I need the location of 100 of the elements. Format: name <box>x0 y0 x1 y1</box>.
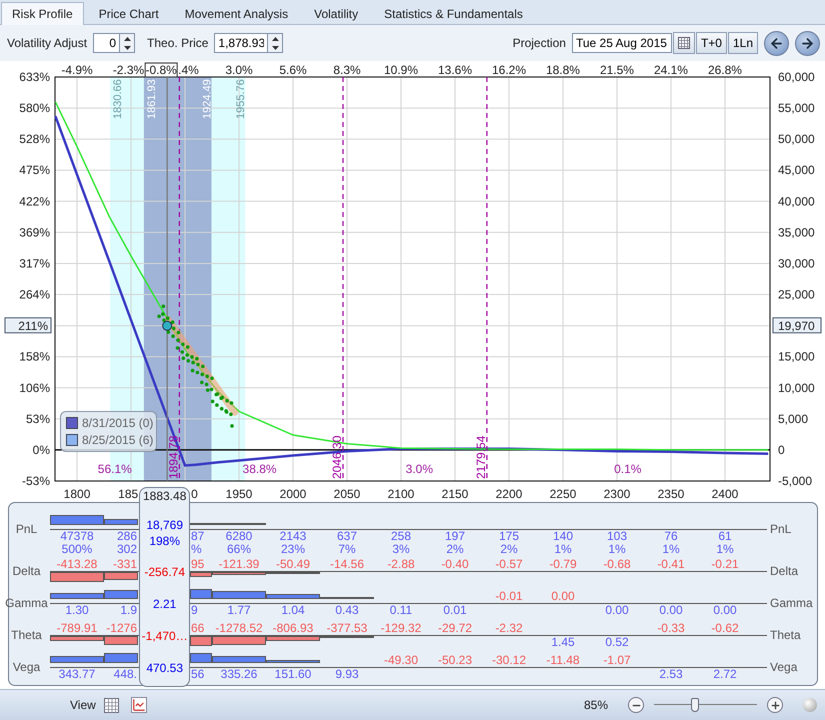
caret-down-icon <box>124 46 131 50</box>
cell-value: 258 <box>390 530 412 544</box>
cell-value: -121.39 <box>218 558 260 572</box>
axis-label: 13.6% <box>438 63 472 78</box>
zone-label: 0.1% <box>614 462 642 476</box>
axis-label: 16.2% <box>492 63 526 78</box>
cursor-value: 18,769 <box>146 519 184 532</box>
grid-view-button[interactable] <box>104 698 119 713</box>
cell-value: -30.12 <box>492 654 526 668</box>
tab[interactable]: Movement Analysis <box>174 2 300 24</box>
cell-value: 0.00 <box>605 604 629 618</box>
cell-value: 47378 <box>60 530 94 544</box>
axis-label: 10.9% <box>384 63 418 78</box>
axis-label: 580% <box>19 101 50 116</box>
cell-value: -14.56 <box>330 558 364 572</box>
cell-value: 175 <box>498 530 520 544</box>
forward-button[interactable] <box>795 30 820 56</box>
caret-down-icon <box>272 46 279 50</box>
chart-view-button[interactable] <box>130 697 147 714</box>
slider-thumb[interactable] <box>691 698 700 712</box>
tab[interactable]: Risk Profile <box>1 2 84 25</box>
axis-label: 185 <box>118 487 138 502</box>
back-button[interactable] <box>764 30 789 56</box>
row-label: Theta <box>11 628 42 642</box>
arrow-right-icon <box>800 36 815 51</box>
axis-label: 40,000 <box>778 194 815 209</box>
zoom-in-button[interactable] <box>767 697 783 714</box>
cell-value: 1.30 <box>65 604 89 618</box>
axis-label: 2400 <box>712 487 738 502</box>
axis-label: 2000 <box>280 487 306 502</box>
axis-label: 21.5% <box>600 63 634 78</box>
axis-label: 1800 <box>64 487 90 502</box>
axis-label: -53% <box>22 474 50 488</box>
zoom-level: 85% <box>584 698 608 712</box>
cell-percent: 23% <box>280 543 306 556</box>
caret-up-icon <box>272 36 279 41</box>
marker-label: 1894.78 <box>166 436 180 480</box>
cell-value: 87 <box>191 530 204 544</box>
axis-label: 60,000 <box>778 70 815 84</box>
cell-percent: 1% <box>608 543 626 556</box>
axis-label: 528% <box>19 132 50 146</box>
axis-label: 35,000 <box>778 226 815 240</box>
axis-label: 24.1% <box>654 63 688 78</box>
axis-label: 30,000 <box>778 256 815 271</box>
cell-value: 0.00 <box>551 590 575 604</box>
zoom-out-button[interactable] <box>628 697 644 714</box>
field-label: Volatility Adjust <box>7 36 88 50</box>
grid-icon <box>104 698 119 713</box>
axis-label: 8.3% <box>333 63 361 78</box>
cell-value: -129.32 <box>380 622 422 636</box>
theo-price-field[interactable]: 1,878.93 <box>214 33 268 54</box>
cell-value: 66 <box>191 622 204 636</box>
zone-label: 38.8% <box>242 462 277 476</box>
cursor-value: -1,470… <box>142 630 188 644</box>
cell-value: -11.48 <box>546 654 580 668</box>
axis-label: 5.6% <box>279 63 307 78</box>
status-indicator-icon <box>803 698 817 712</box>
cell-value: 56 <box>191 668 204 682</box>
cell-value: 151.60 <box>274 668 312 682</box>
volatility-adjust-field[interactable]: 0 <box>93 33 120 54</box>
cell-value: -0.21 <box>711 558 739 572</box>
tab[interactable]: Volatility <box>303 2 370 24</box>
calendar-button[interactable] <box>672 32 695 54</box>
cell-value: -50.49 <box>276 558 310 572</box>
legend-label: 8/31/2015 (0) <box>82 416 154 430</box>
axis-label: 26.8% <box>708 63 742 78</box>
row-label: PnL <box>16 522 38 536</box>
cell-value: -1.07 <box>603 654 631 668</box>
cell-value: -50.23 <box>438 654 472 668</box>
row-label: PnL <box>770 522 792 536</box>
cell-value: 6280 <box>226 530 252 544</box>
cell-value: -806.93 <box>272 622 314 636</box>
projection-date-field[interactable]: Tue 25 Aug 2015 <box>572 33 672 54</box>
cell-value: -1278.52 <box>215 622 263 636</box>
toolbar-button[interactable]: 1Ln <box>728 32 758 54</box>
cell-value: 95 <box>191 558 204 572</box>
row-label: Gamma <box>770 596 813 610</box>
tab[interactable]: Price Chart <box>88 2 170 24</box>
marker-label: 2046.30 <box>330 436 344 480</box>
cell-value: -0.41 <box>657 558 685 572</box>
toolbar-button[interactable]: T+0 <box>696 32 727 54</box>
axis-label: 55,000 <box>778 101 815 116</box>
axis-label: 2100 <box>388 487 414 502</box>
row-label: Delta <box>12 564 40 578</box>
axis-label: 0 <box>191 487 198 502</box>
cell-value: 9.93 <box>335 668 359 682</box>
axis-label: 158% <box>19 350 50 364</box>
cell-value: -29.72 <box>438 622 472 636</box>
spinner-button[interactable] <box>268 33 284 54</box>
zone-label: 56.1% <box>98 462 132 476</box>
tab[interactable]: Statistics & Fundamentals <box>373 2 534 24</box>
cell-value: 637 <box>336 530 358 544</box>
cell-value: 0.00 <box>713 604 737 618</box>
field-label: Theo. Price <box>147 36 208 50</box>
spinner-button[interactable] <box>120 33 136 54</box>
cell-value: 286 <box>116 530 137 544</box>
cell-value: 2.72 <box>713 668 737 682</box>
axis-label: 369% <box>19 226 50 240</box>
row-label: Delta <box>770 564 798 578</box>
cell-value: 335.26 <box>220 668 258 682</box>
